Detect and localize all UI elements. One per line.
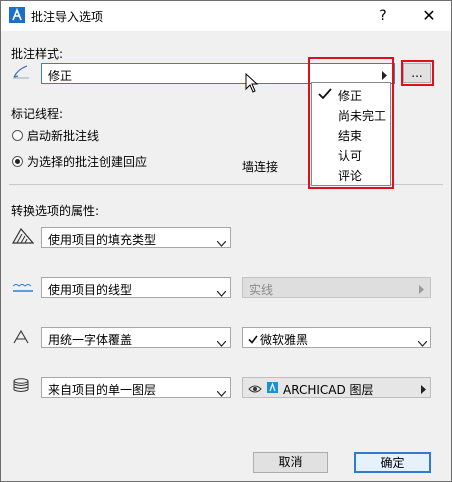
line-style-select-disabled: 实线 (242, 277, 431, 298)
radio-new-thread[interactable] (12, 130, 23, 141)
archicad-layer-select[interactable]: ARCHICAD 图层 (242, 377, 431, 398)
marker-line-label: 标记线程: (11, 107, 64, 121)
checkmark-icon (248, 333, 258, 347)
archicad-layer-value: ARCHICAD 图层 (283, 383, 374, 397)
chevron-down-icon (216, 386, 227, 400)
title-bar: 批注导入选项 ? ✕ (1, 1, 451, 31)
chevron-down-icon (216, 236, 227, 250)
eye-icon (248, 383, 262, 397)
wall-connect-label: 墙连接 (242, 160, 279, 174)
line-type-select[interactable]: 使用项目的线型 (41, 277, 231, 298)
markup-style-label: 批注样式: (11, 47, 64, 61)
radio-reply-label: 为选择的批注创建回应 (27, 155, 148, 169)
highlight-box-popup (308, 57, 394, 189)
font-name-value: 微软雅黑 (260, 333, 309, 347)
layers-icon (12, 378, 30, 397)
layer-value: 来自项目的单一图层 (48, 383, 157, 397)
help-button[interactable]: ? (371, 5, 395, 27)
radio-new-thread-label: 启动新批注线 (27, 129, 100, 143)
archicad-logo-icon (267, 382, 278, 396)
line-type-value: 使用项目的线型 (48, 283, 133, 297)
close-button[interactable]: ✕ (417, 5, 441, 27)
font-override-value: 用统一字体覆盖 (48, 333, 133, 347)
font-override-select[interactable]: 用统一字体覆盖 (41, 327, 231, 348)
font-icon (13, 329, 29, 347)
fill-type-select[interactable]: 使用项目的填充类型 (41, 227, 231, 248)
markup-style-value: 修正 (48, 69, 73, 83)
layer-select[interactable]: 来自项目的单一图层 (41, 377, 231, 398)
fill-icon (11, 227, 35, 247)
highlight-box-more (401, 60, 434, 86)
radio-reply[interactable] (12, 156, 23, 167)
dialog-title: 批注导入选项 (31, 10, 104, 24)
chevron-down-icon (417, 336, 428, 350)
mouse-cursor-icon (245, 72, 259, 96)
fill-type-value: 使用项目的填充类型 (48, 233, 157, 247)
chevron-right-icon (421, 383, 427, 397)
chevron-down-icon (216, 286, 227, 300)
chevron-down-icon (216, 336, 227, 350)
pen-icon (12, 65, 30, 82)
archicad-app-icon (9, 7, 25, 23)
line-style-value: 实线 (249, 283, 274, 297)
font-name-select[interactable]: 微软雅黑 (242, 327, 431, 348)
dialog-window: 批注导入选项 ? ✕ 批注样式: 修正 ... 标记线程: 启动新批注线 为选择… (0, 0, 452, 482)
cancel-button[interactable]: 取消 (253, 452, 328, 473)
line-type-icon (12, 283, 34, 297)
chevron-right-icon (419, 283, 425, 297)
convert-label: 转换选项的属性: (11, 204, 100, 218)
ok-button[interactable]: 确定 (354, 452, 431, 473)
